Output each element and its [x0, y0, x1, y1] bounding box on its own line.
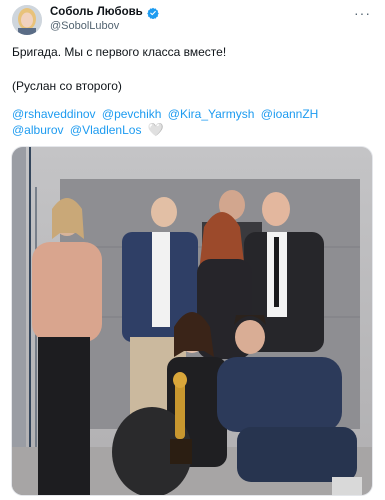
mention-link[interactable]: @alburov: [12, 123, 64, 137]
tweet-photo[interactable]: [11, 146, 373, 496]
tweet-text-line-2: (Руслан со второго): [12, 79, 122, 93]
author-display-name[interactable]: Соболь Любовь: [50, 6, 143, 18]
tweet-mentions: @rshaveddinov @pevchikh @Kira_Yarmysh @i…: [12, 106, 372, 138]
tweet-text-line-1: Бригада. Мы с первого класса вместе!: [12, 45, 227, 59]
avatar[interactable]: [12, 5, 42, 35]
author-handle[interactable]: @SobolLubov: [50, 20, 119, 32]
mention-link[interactable]: @ioannZH: [261, 107, 319, 121]
verified-badge-icon: [146, 6, 159, 20]
mention-link[interactable]: @pevchikh: [102, 107, 162, 121]
mention-link[interactable]: @Kira_Yarmysh: [168, 107, 255, 121]
white-heart-emoji: 🤍: [147, 122, 164, 137]
more-horizontal-icon[interactable]: ···: [354, 6, 371, 20]
mention-link[interactable]: @VladlenLos: [70, 123, 142, 137]
tweet-card: Соболь Любовь @SobolLubov ··· Бригада. М…: [0, 0, 385, 500]
author-name-row: Соболь Любовь: [50, 6, 159, 20]
mention-link[interactable]: @rshaveddinov: [12, 107, 96, 121]
